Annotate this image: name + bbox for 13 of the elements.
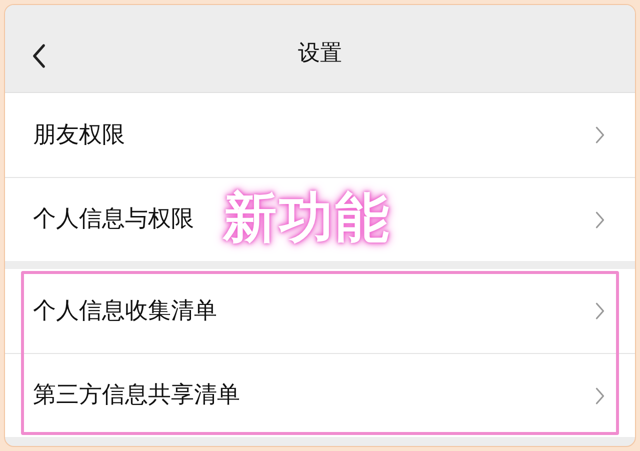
chevron-right-icon	[595, 386, 605, 404]
page-title: 设置	[298, 40, 342, 68]
back-icon	[32, 43, 46, 69]
row-label: 朋友权限	[33, 120, 125, 150]
row-label: 个人信息与权限	[33, 205, 194, 234]
chevron-right-icon	[595, 210, 605, 228]
chevron-right-icon	[595, 126, 605, 144]
row-label: 第三方信息共享清单	[33, 381, 240, 410]
row-label: 个人信息收集清单	[33, 296, 217, 326]
chevron-right-icon	[595, 302, 605, 320]
settings-row[interactable]: 朋友权限	[5, 93, 635, 177]
settings-row[interactable]: 第三方信息共享清单	[5, 353, 635, 437]
settings-row[interactable]: 个人信息收集清单	[5, 269, 635, 353]
